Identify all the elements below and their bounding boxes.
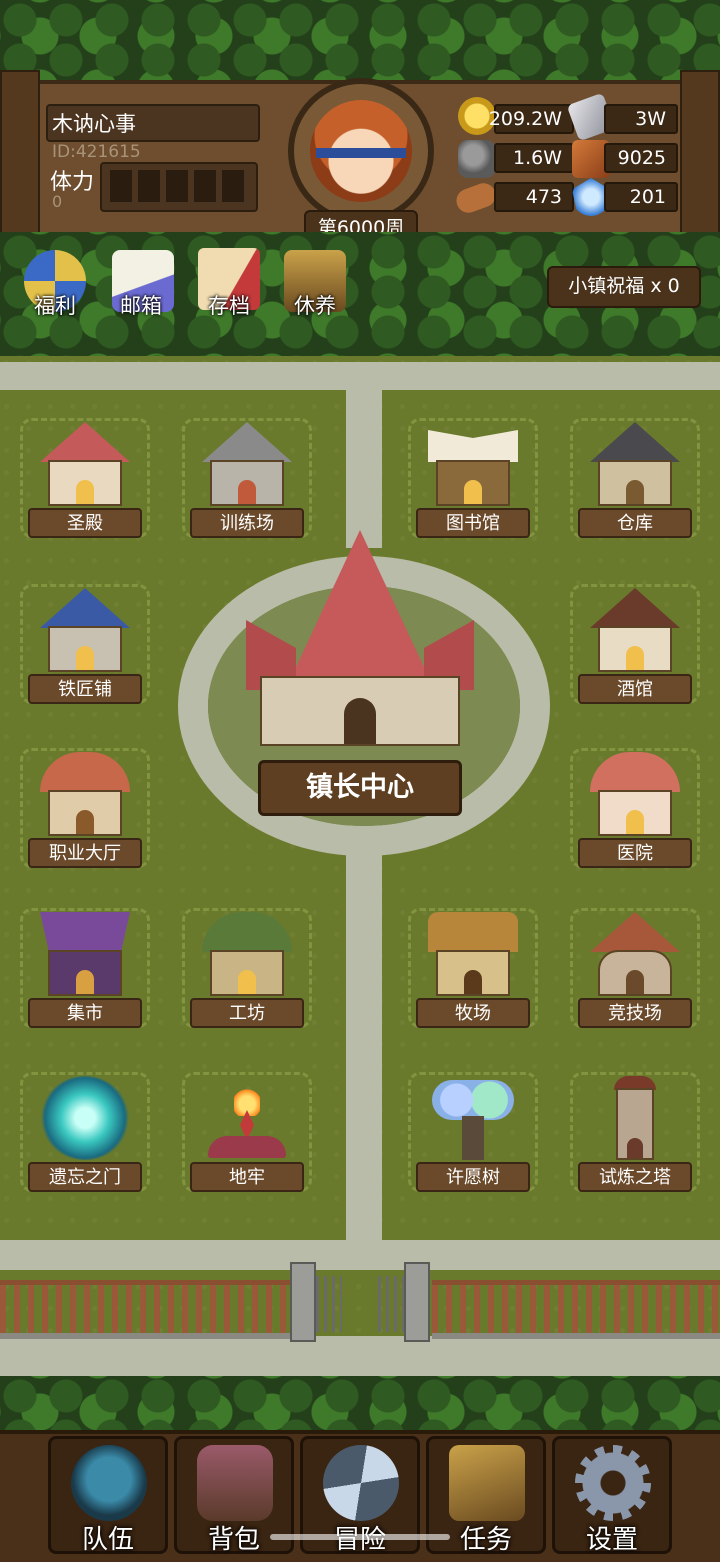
smithy-icon <box>40 588 130 672</box>
warehouse-label: 仓库 <box>578 508 692 538</box>
player-id: ID:421615 <box>52 142 141 162</box>
nav-settings[interactable]: 设置 <box>552 1436 672 1555</box>
training-label: 训练场 <box>190 508 304 538</box>
building-market[interactable]: 集市 <box>10 902 160 1032</box>
backpack-icon <box>197 1445 273 1521</box>
warehouse-icon <box>590 422 680 506</box>
library-book-icon <box>428 422 518 506</box>
player-name: 木讷心事 <box>52 112 136 136</box>
building-dungeon[interactable]: 地牢 <box>172 1066 322 1196</box>
tower-label: 试炼之塔 <box>578 1162 692 1192</box>
wishtree-icon <box>428 1076 518 1160</box>
crossed-swords-icon <box>323 1445 399 1521</box>
building-tower[interactable]: 试炼之塔 <box>560 1066 710 1196</box>
header-beam-right <box>680 70 720 244</box>
gate-post-left <box>290 1262 316 1342</box>
building-ranch[interactable]: 牧场 <box>398 902 548 1032</box>
path-lower <box>346 850 382 1260</box>
smithy-label: 铁匠铺 <box>28 674 142 704</box>
iron-amount: 3W <box>604 104 678 134</box>
nav-team[interactable]: 队伍 <box>48 1436 168 1555</box>
arena-label: 竞技场 <box>578 998 692 1028</box>
guild-hall-icon <box>40 752 130 836</box>
arena-colosseum-icon <box>590 912 680 996</box>
portal-label: 遗忘之门 <box>28 1162 142 1192</box>
town-hall[interactable] <box>246 530 474 750</box>
building-smithy[interactable]: 铁匠铺 <box>10 578 160 708</box>
path-outer-road <box>0 1336 720 1376</box>
workshop-icon <box>202 912 292 996</box>
fence-left <box>0 1280 296 1339</box>
stone-amount: 1.6W <box>494 143 574 173</box>
town-hall-sign[interactable]: 镇长中心 <box>258 760 462 816</box>
quest-scroll-icon <box>449 1445 525 1521</box>
shrine-label: 圣殿 <box>28 508 142 538</box>
ore-amount: 9025 <box>604 143 678 173</box>
building-warehouse[interactable]: 仓库 <box>560 412 710 542</box>
dungeon-label: 地牢 <box>190 1162 304 1192</box>
save-button[interactable]: 存档 <box>194 290 264 320</box>
gate-right-door <box>378 1276 404 1332</box>
building-arena[interactable]: 竞技场 <box>560 902 710 1032</box>
building-library[interactable]: 图书馆 <box>398 412 548 542</box>
building-shrine[interactable]: 圣殿 <box>10 412 160 542</box>
wishtree-label: 许愿树 <box>416 1162 530 1192</box>
building-guild[interactable]: 职业大厅 <box>10 742 160 872</box>
stamina-value: 0 <box>52 192 63 211</box>
hospital-label: 医院 <box>578 838 692 868</box>
portal-swirl-icon <box>40 1076 130 1160</box>
fence-right <box>432 1280 720 1339</box>
nav-settings-label: 设置 <box>585 1525 638 1555</box>
building-tavern[interactable]: 酒馆 <box>560 578 710 708</box>
forest-bottom <box>0 1376 720 1436</box>
stamina-bolt-icons <box>110 170 248 202</box>
welfare-button[interactable]: 福利 <box>20 290 90 320</box>
training-icon <box>202 422 292 506</box>
home-indicator <box>270 1534 450 1540</box>
guild-label: 职业大厅 <box>28 838 142 868</box>
stone-icon <box>458 140 496 178</box>
wood-amount: 473 <box>494 182 574 212</box>
library-label: 图书馆 <box>416 508 530 538</box>
nav-team-label: 队伍 <box>81 1525 134 1555</box>
forest-top <box>0 0 720 84</box>
tavern-icon <box>590 588 680 672</box>
stamina-bar <box>100 162 258 212</box>
building-training[interactable]: 训练场 <box>172 412 322 542</box>
ranch-barn-icon <box>428 912 518 996</box>
path-bottom-road <box>0 1240 720 1270</box>
path-top <box>0 362 720 390</box>
avatar-headband-icon <box>316 148 406 158</box>
hospital-icon <box>590 752 680 836</box>
path-upper <box>346 388 382 548</box>
building-wishtree[interactable]: 许愿树 <box>398 1066 548 1196</box>
crystal-amount: 201 <box>604 182 678 212</box>
town-hall-roof-icon <box>290 530 430 680</box>
gold-amount: 209.2W <box>489 104 574 134</box>
shrine-icon <box>40 422 130 506</box>
gate-post-right <box>404 1262 430 1342</box>
gate-left-door <box>316 1276 342 1332</box>
tavern-label: 酒馆 <box>578 674 692 704</box>
trial-tower-icon <box>590 1076 680 1160</box>
workshop-label: 工坊 <box>190 998 304 1028</box>
town-blessing-button[interactable]: 小镇祝福 x 0 <box>547 266 701 308</box>
ranch-label: 牧场 <box>416 998 530 1028</box>
market-label: 集市 <box>28 998 142 1028</box>
team-helmet-icon <box>71 1445 147 1521</box>
settings-gear-icon <box>575 1445 651 1521</box>
building-hospital[interactable]: 医院 <box>560 742 710 872</box>
building-workshop[interactable]: 工坊 <box>172 902 322 1032</box>
market-tent-icon <box>40 912 130 996</box>
header-beam-left <box>0 70 40 244</box>
town-hall-door <box>344 698 376 744</box>
player-avatar[interactable] <box>288 78 434 224</box>
dungeon-flame-icon <box>202 1076 292 1160</box>
rest-button[interactable]: 休养 <box>280 290 350 320</box>
mailbox-button[interactable]: 邮箱 <box>106 290 176 320</box>
building-portal[interactable]: 遗忘之门 <box>10 1066 160 1196</box>
